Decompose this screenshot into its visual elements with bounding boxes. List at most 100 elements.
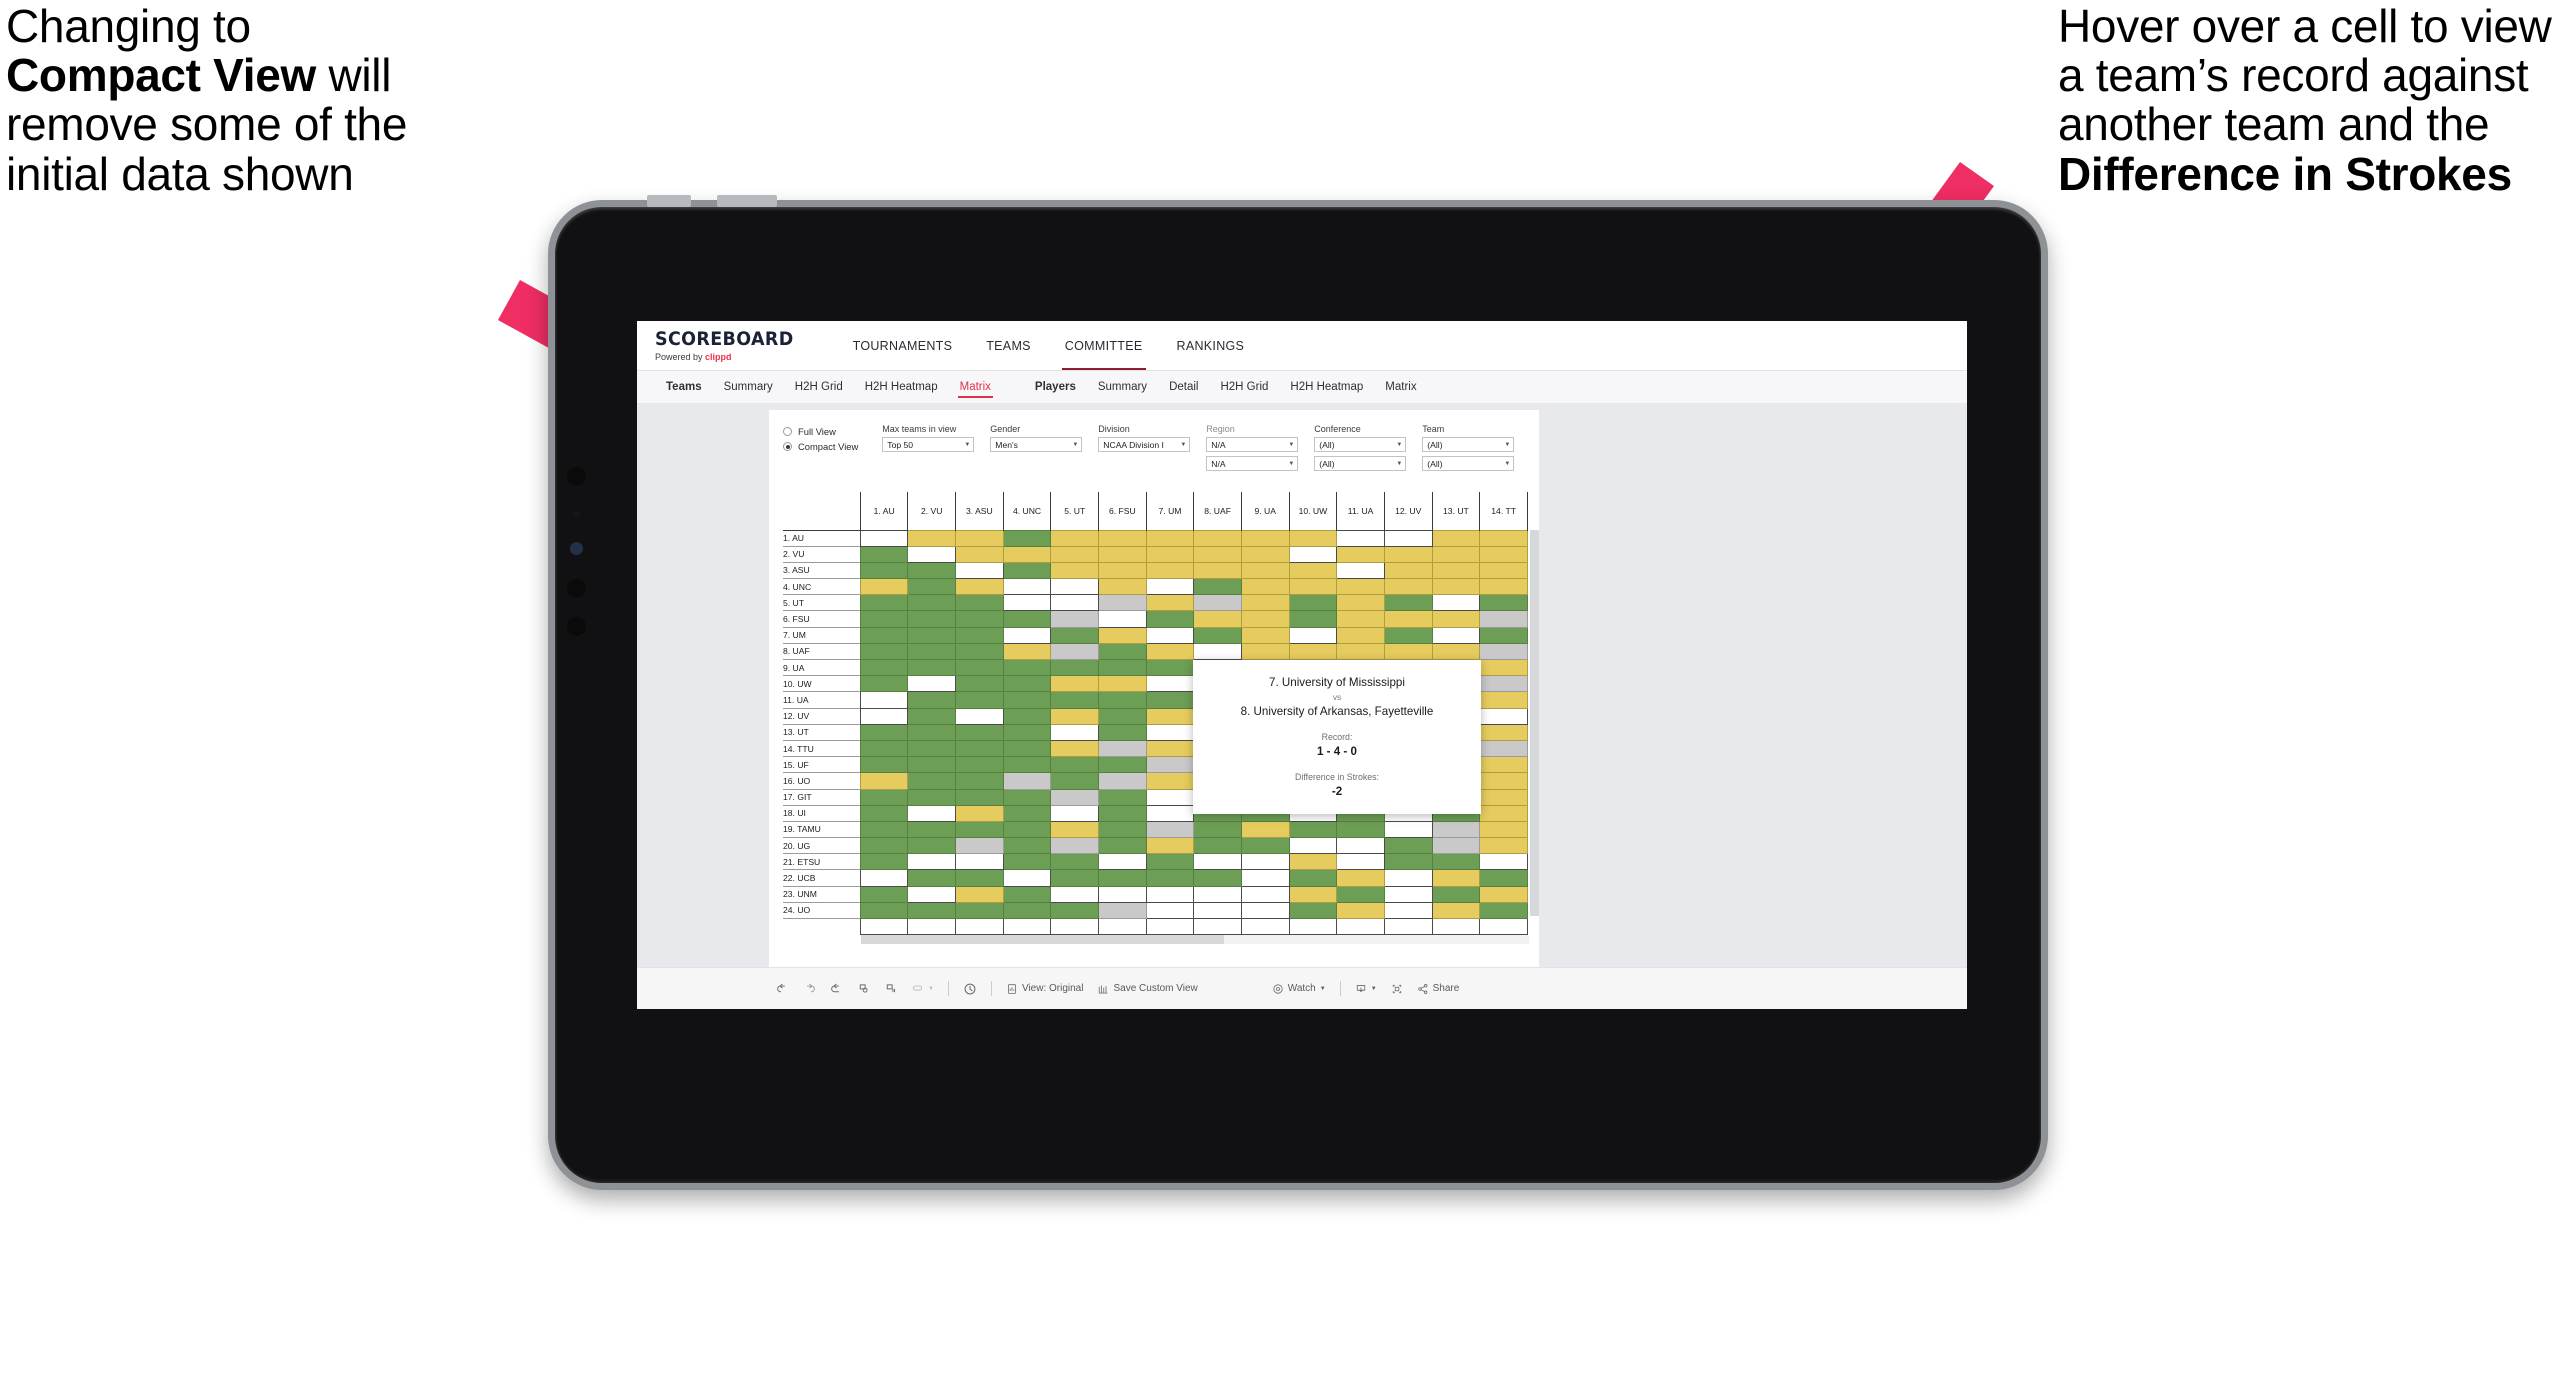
matrix-cell[interactable] xyxy=(1193,545,1242,563)
subtab-players-detail[interactable]: Detail xyxy=(1158,371,1209,403)
matrix-cell[interactable] xyxy=(1050,885,1099,903)
matrix-cell[interactable] xyxy=(907,707,957,725)
matrix-row-header[interactable]: 10. UW xyxy=(783,675,861,692)
matrix-column-header[interactable]: 13. UT xyxy=(1431,492,1480,530)
matrix-cell[interactable] xyxy=(955,610,1004,628)
download-button[interactable]: ▼ xyxy=(1348,976,1384,1002)
matrix-cell[interactable] xyxy=(1288,917,1338,936)
matrix-cell[interactable] xyxy=(1383,837,1433,855)
matrix-cell[interactable] xyxy=(1288,642,1338,661)
matrix-cell[interactable] xyxy=(1288,820,1338,839)
matrix-cell[interactable] xyxy=(1479,756,1528,774)
matrix-cell[interactable] xyxy=(1383,820,1433,839)
share-button[interactable]: Share xyxy=(1410,976,1467,1002)
matrix-cell[interactable] xyxy=(1288,837,1338,855)
matrix-cell[interactable] xyxy=(1431,610,1481,628)
matrix-column-header[interactable]: 6. FSU xyxy=(1098,492,1147,530)
matrix-row-header[interactable]: 2. VU xyxy=(783,545,861,563)
matrix-cell[interactable] xyxy=(907,788,957,806)
matrix-cell[interactable] xyxy=(1431,901,1481,920)
matrix-cell[interactable] xyxy=(1050,707,1099,725)
matrix-cell[interactable] xyxy=(1431,853,1481,871)
matrix-cell[interactable] xyxy=(1288,529,1338,547)
filter-team-select-2[interactable]: (All) ▼ xyxy=(1422,456,1515,471)
matrix-cell[interactable] xyxy=(1288,545,1338,563)
subtab-players[interactable]: Players xyxy=(1024,371,1087,403)
matrix-cell[interactable] xyxy=(1336,869,1385,887)
matrix-row-header[interactable]: 16. UO xyxy=(783,772,861,789)
matrix-cell[interactable] xyxy=(907,675,957,693)
matrix-cell[interactable] xyxy=(1193,642,1242,661)
matrix-cell[interactable] xyxy=(1002,707,1052,725)
matrix-cell[interactable] xyxy=(955,772,1004,790)
matrix-cell[interactable] xyxy=(1240,901,1290,920)
matrix-cell[interactable] xyxy=(1145,901,1195,920)
matrix-cell[interactable] xyxy=(859,837,909,855)
matrix-cell[interactable] xyxy=(1145,788,1195,806)
subtab-players-matrix[interactable]: Matrix xyxy=(1374,371,1427,403)
matrix-cell[interactable] xyxy=(1002,658,1052,677)
matrix-cell[interactable] xyxy=(1479,529,1528,547)
matrix-cell[interactable] xyxy=(1336,885,1385,903)
matrix-cell[interactable] xyxy=(1336,917,1385,936)
matrix-cell[interactable] xyxy=(1050,691,1099,709)
matrix-cell[interactable] xyxy=(859,788,909,806)
matrix-cell[interactable] xyxy=(1193,626,1242,644)
undo-button[interactable] xyxy=(769,976,796,1002)
matrix-cell[interactable] xyxy=(1098,723,1147,741)
refresh-button[interactable] xyxy=(850,976,877,1002)
matrix-cell[interactable] xyxy=(1193,529,1242,547)
matrix-cell[interactable] xyxy=(1288,869,1338,887)
matrix-cell[interactable] xyxy=(1050,578,1099,596)
filter-region-select-2[interactable]: N/A ▼ xyxy=(1206,456,1299,471)
matrix-cell[interactable] xyxy=(1479,901,1528,920)
matrix-cell[interactable] xyxy=(1002,626,1052,644)
filter-division-select[interactable]: NCAA Division I ▼ xyxy=(1098,437,1191,452)
matrix-cell[interactable] xyxy=(907,642,957,661)
matrix-cell[interactable] xyxy=(907,772,957,790)
matrix-cell[interactable] xyxy=(907,837,957,855)
matrix-cell[interactable] xyxy=(1240,610,1290,628)
matrix-cell[interactable] xyxy=(1383,610,1433,628)
matrix-cell[interactable] xyxy=(955,642,1004,661)
matrix-cell[interactable] xyxy=(1002,723,1052,741)
matrix-cell[interactable] xyxy=(1479,885,1528,903)
matrix-cell[interactable] xyxy=(1431,837,1481,855)
matrix-cell[interactable] xyxy=(1098,707,1147,725)
matrix-cell[interactable] xyxy=(1050,739,1099,758)
matrix-cell[interactable] xyxy=(859,917,909,936)
matrix-cell[interactable] xyxy=(1240,869,1290,887)
matrix-cell[interactable] xyxy=(859,756,909,774)
matrix-cell[interactable] xyxy=(1050,788,1099,806)
matrix-cell[interactable] xyxy=(859,853,909,871)
topnav-teams[interactable]: TEAMS xyxy=(969,321,1048,370)
matrix-cell[interactable] xyxy=(907,917,957,936)
tablet-volume-button[interactable] xyxy=(647,195,691,207)
matrix-cell[interactable] xyxy=(1193,869,1242,887)
matrix-cell[interactable] xyxy=(1145,772,1195,790)
matrix-cell[interactable] xyxy=(1479,853,1528,871)
matrix-cell[interactable] xyxy=(1240,642,1290,661)
matrix-cell[interactable] xyxy=(1050,594,1099,612)
brand-logo[interactable]: SCOREBOARD Powered by clippd xyxy=(655,321,836,370)
matrix-cell[interactable] xyxy=(1098,658,1147,677)
matrix-cell[interactable] xyxy=(955,658,1004,677)
matrix-cell[interactable] xyxy=(1479,820,1528,839)
matrix-cell[interactable] xyxy=(1336,529,1385,547)
matrix-cell[interactable] xyxy=(1002,772,1052,790)
matrix-row-header[interactable]: 13. UT xyxy=(783,723,861,741)
matrix-cell[interactable] xyxy=(1479,772,1528,790)
matrix-cell[interactable] xyxy=(1479,691,1528,709)
matrix-cell[interactable] xyxy=(907,658,957,677)
matrix-cell[interactable] xyxy=(1145,610,1195,628)
matrix-column-header[interactable]: 7. UM xyxy=(1145,492,1194,530)
matrix-cell[interactable] xyxy=(1145,594,1195,612)
subtab-teams-matrix[interactable]: Matrix xyxy=(949,371,1002,403)
matrix-cell[interactable] xyxy=(1431,626,1481,644)
matrix-cell[interactable] xyxy=(1050,723,1099,741)
matrix-row-header[interactable]: 15. UF xyxy=(783,756,861,773)
matrix-column-header[interactable]: 5. UT xyxy=(1050,492,1099,530)
matrix-cell[interactable] xyxy=(907,723,957,741)
matrix-cell[interactable] xyxy=(1145,578,1195,596)
matrix-column-header[interactable]: 1. AU xyxy=(859,492,908,530)
